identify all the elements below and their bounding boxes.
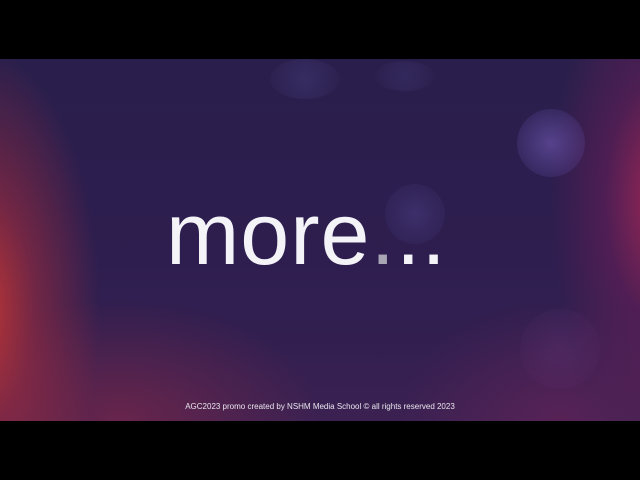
letterbox-top [0, 0, 640, 59]
video-content: more... AGC2023 promo created by NSHM Me… [0, 59, 640, 421]
credit-caption: AGC2023 promo created by NSHM Media Scho… [185, 402, 455, 411]
headline-highlighted-dot: . [370, 184, 396, 283]
bokeh-light [270, 59, 340, 99]
bokeh-light [517, 109, 585, 177]
video-frame: more... AGC2023 promo created by NSHM Me… [0, 0, 640, 480]
headline: more... [166, 184, 447, 284]
letterbox-bottom [0, 421, 640, 480]
headline-trailing-dots: .. [395, 184, 447, 283]
bokeh-light [520, 309, 600, 389]
headline-word: more [166, 184, 371, 283]
bokeh-light [375, 61, 435, 91]
